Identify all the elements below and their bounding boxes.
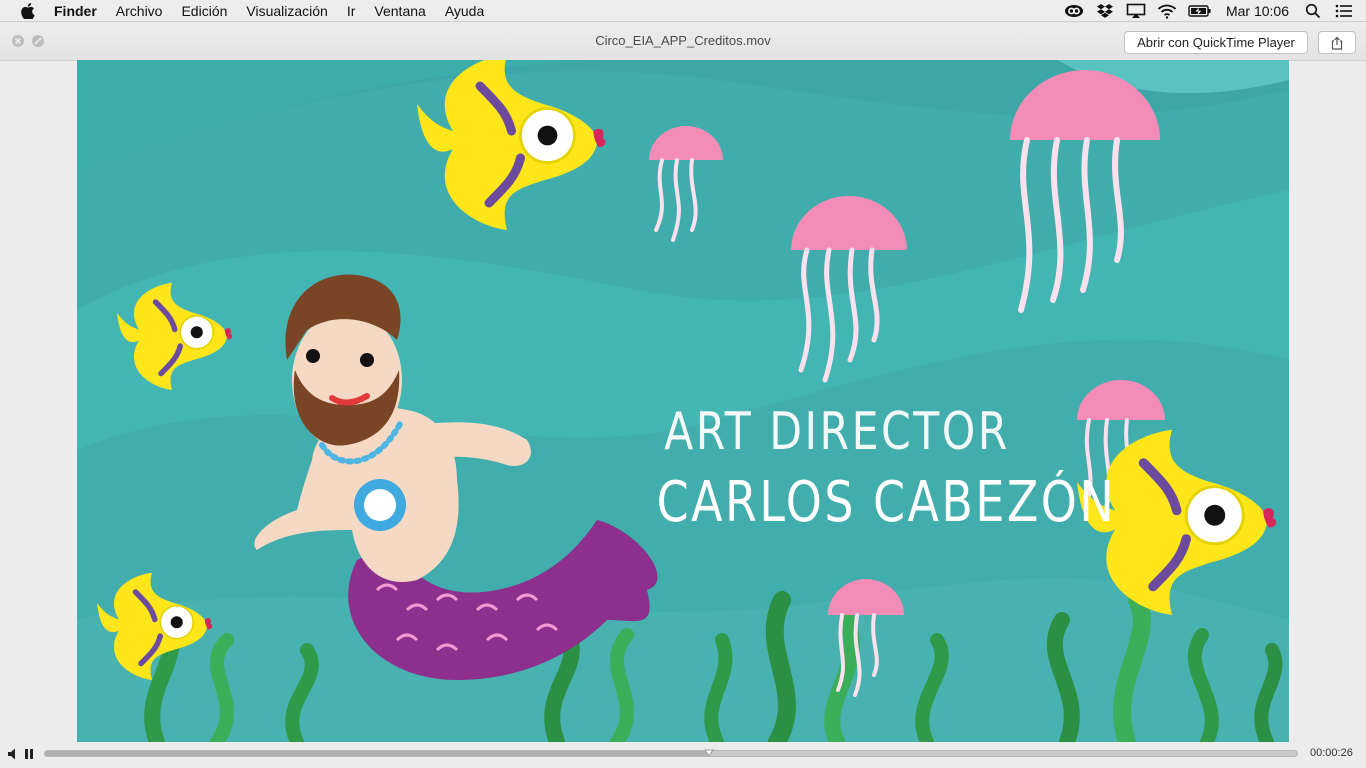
list-icon[interactable] xyxy=(1334,3,1354,19)
playback-controls: 00:00:26 xyxy=(0,742,1366,768)
title-bar: Circo_EIA_APP_Creditos.mov Abrir con Qui… xyxy=(0,23,1366,61)
progress-fill xyxy=(45,751,709,756)
playhead-handle[interactable] xyxy=(703,747,714,757)
quick-look-window: Circo_EIA_APP_Creditos.mov Abrir con Qui… xyxy=(0,23,1366,768)
video-frame[interactable]: ART DIRECTOR CARLOS CABEZÓN xyxy=(77,60,1289,742)
progress-track[interactable] xyxy=(44,750,1298,757)
credit-role-text: ART DIRECTOR xyxy=(664,402,1010,462)
menu-edicion[interactable]: Edición xyxy=(181,3,227,19)
creative-cloud-icon[interactable] xyxy=(1064,3,1084,19)
credit-name-text: CARLOS CABEZÓN xyxy=(656,470,1117,535)
wifi-icon[interactable] xyxy=(1157,3,1177,19)
menu-visualizacion[interactable]: Visualización xyxy=(246,3,327,19)
search-icon[interactable] xyxy=(1303,3,1323,19)
share-button[interactable] xyxy=(1318,31,1356,54)
share-icon xyxy=(1331,36,1343,50)
volume-icon[interactable] xyxy=(8,747,18,761)
menu-ir[interactable]: Ir xyxy=(347,3,356,19)
menu-finder[interactable]: Finder xyxy=(54,3,97,19)
playback-time: 00:00:26 xyxy=(1310,747,1353,759)
dropbox-icon[interactable] xyxy=(1095,3,1115,19)
airplay-icon[interactable] xyxy=(1126,3,1146,19)
underwater-scene xyxy=(77,60,1289,742)
battery-icon[interactable] xyxy=(1188,3,1212,19)
pause-icon[interactable] xyxy=(24,747,34,761)
open-with-quicktime-button[interactable]: Abrir con QuickTime Player xyxy=(1124,31,1308,54)
menubar-clock[interactable]: Mar 10:06 xyxy=(1226,3,1289,19)
menu-bar: Finder Archivo Edición Visualización Ir … xyxy=(0,0,1366,22)
apple-logo-icon[interactable] xyxy=(18,0,38,22)
menu-archivo[interactable]: Archivo xyxy=(116,3,163,19)
menu-ventana[interactable]: Ventana xyxy=(374,3,425,19)
menu-ayuda[interactable]: Ayuda xyxy=(445,3,484,19)
